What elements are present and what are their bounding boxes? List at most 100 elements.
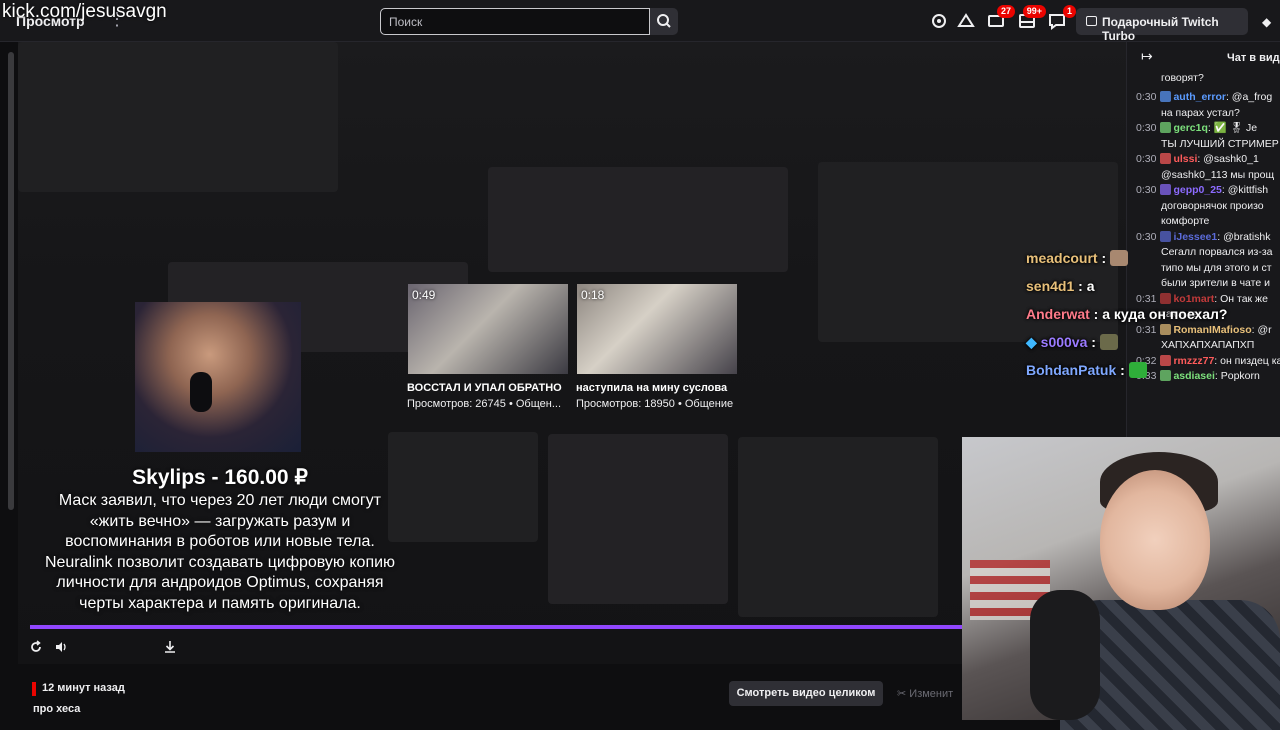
replay-icon[interactable] xyxy=(29,640,43,657)
clip-thumbnail[interactable]: 0:49 xyxy=(408,284,568,374)
chat-badge-icon xyxy=(1160,323,1172,335)
search-input[interactable]: Поиск xyxy=(380,8,650,35)
overlay-text: : xyxy=(1116,362,1125,378)
chat-text: : @bratishk xyxy=(1217,230,1271,243)
search-button[interactable] xyxy=(650,8,678,35)
chat-badge-icon xyxy=(1160,230,1172,242)
chat-message: 0:30 gepp0_25: @kittfish xyxy=(1136,183,1268,199)
chat-badge-icon xyxy=(1160,292,1172,304)
overlay-chat-line: sen4d1 : а xyxy=(1026,278,1094,294)
chat-text: : он пиздец ка xyxy=(1214,354,1280,367)
notifications-button[interactable]: 1 xyxy=(1046,5,1076,32)
chat-message-continuation: ТЫ ЛУЧШИЙ СТРИМЕР xyxy=(1161,137,1279,150)
chat-timestamp: 0:30 xyxy=(1136,153,1157,165)
emote-icon xyxy=(1128,362,1147,378)
watch-full-video-button[interactable]: Смотреть видео целиком xyxy=(729,681,883,706)
prime-icon xyxy=(957,13,975,27)
chat-timestamp: 0:31 xyxy=(1136,323,1157,336)
chat-badge-icon xyxy=(1160,354,1172,366)
clip-meta: Просмотров: 18950 • Общение xyxy=(576,398,734,410)
emote-icon xyxy=(1099,334,1118,350)
whispers-badge: 27 xyxy=(996,5,1015,18)
clip-duration: 0:49 xyxy=(412,288,436,302)
chat-message: 0:32 rmzzz77: он пиздец ка xyxy=(1136,354,1280,370)
chat-username[interactable]: auth_error xyxy=(1173,91,1226,103)
download-icon[interactable] xyxy=(163,640,177,657)
chat-username[interactable]: rmzzz77 xyxy=(1173,355,1214,367)
chat-message-continuation: типо мы для этого и ст xyxy=(1161,261,1272,274)
chat-message-continuation: комфорте xyxy=(1161,215,1210,227)
inbox-badge: 99+ xyxy=(1022,5,1046,18)
chat-text: : @kittfish xyxy=(1221,184,1269,196)
overlay-chat-line: BohdanPatuk : xyxy=(1026,362,1147,378)
chat-text: : Popkorn xyxy=(1214,370,1260,382)
overlay-username: meadcourt xyxy=(1026,250,1098,266)
notifications-badge: 1 xyxy=(1062,5,1076,18)
gift-turbo-button[interactable]: Подарочный Twitch Turbo xyxy=(1076,8,1248,43)
chat-message: 0:33asdiasei: Popkorn xyxy=(1136,369,1260,385)
chat-username[interactable]: ulssi xyxy=(1173,153,1197,165)
drops-icon xyxy=(932,14,946,28)
chat-username[interactable]: RomanIMafioso xyxy=(1173,324,1251,336)
overlay-username: Anderwat xyxy=(1026,306,1090,322)
chat-timestamp: 0:30 xyxy=(1136,122,1157,134)
donation-message: Маск заявил, что через 20 лет люди смогу… xyxy=(44,492,396,612)
clip-thumbnail[interactable]: 0:18 xyxy=(577,284,737,374)
chat-username[interactable]: gepp0_25 xyxy=(1173,184,1221,196)
chat-message-continuation: @sashk0_113 мы прощ xyxy=(1161,168,1275,181)
chat-username[interactable]: iJessee1 xyxy=(1173,231,1217,243)
chat-timestamp: 0:30 xyxy=(1136,91,1157,103)
chat-message: 0:30 ulssi: @sashk0_1 xyxy=(1136,152,1259,168)
live-marker xyxy=(32,682,36,696)
chat-message-continuation: Сегалл порвался из-за xyxy=(1161,246,1273,258)
chat-username[interactable]: asdiasei xyxy=(1173,370,1214,382)
whispers-button[interactable]: 27 xyxy=(985,5,1015,32)
chat-message: 0:31 ko1mart: Он так же xyxy=(1136,292,1268,308)
chat-badge-icon xyxy=(1160,370,1172,381)
chat-badge-icon xyxy=(1160,153,1172,164)
chat-text: : ✅ 🎖 Je xyxy=(1207,122,1258,134)
video-bg-block xyxy=(388,432,538,542)
chat-message-continuation: ХАПХАПХАПАПХП xyxy=(1161,339,1255,351)
chat-text: : @a_frog xyxy=(1225,91,1273,103)
progress-bar[interactable] xyxy=(30,625,962,629)
chat-badge-icon xyxy=(1160,91,1172,102)
chat-text: : @r xyxy=(1251,323,1272,336)
cube-badge-icon: ◆ xyxy=(1026,334,1041,350)
edit-clip-button[interactable]: ✂ Изменит xyxy=(897,687,953,700)
chat-username[interactable]: gerc1q xyxy=(1173,122,1207,134)
chat-message: 0:31 RomanIMafioso: @r xyxy=(1136,323,1272,339)
drops-icon-button[interactable] xyxy=(928,10,950,32)
clip-meta: Просмотров: 26745 • Общен... xyxy=(407,398,562,410)
chat-message: 0:30 gerc1q: ✅ 🎖 Je xyxy=(1136,121,1257,137)
webcam-person-face xyxy=(1100,470,1210,610)
collapse-chat-icon[interactable]: ↦ xyxy=(1141,48,1153,65)
chat-badge-icon xyxy=(1160,122,1172,133)
chat-message: 0:30 iJessee1: @bratishk xyxy=(1136,230,1271,246)
overlay-chat-line: ◆ s000va : xyxy=(1026,334,1118,351)
chat-message-continuation: договорнячок произо xyxy=(1161,199,1264,212)
clip-time-ago: 12 минут назад xyxy=(42,682,125,694)
chat-message: 0:30 auth_error: @a_frog xyxy=(1136,90,1272,106)
donation-title: Skylips - 160.00 ₽ xyxy=(132,466,308,489)
crown-icon[interactable]: ◆ xyxy=(1262,15,1271,29)
chat-message-continuation: на парах устал? xyxy=(1161,106,1240,119)
chat-title: Чат в виде xyxy=(1227,52,1280,64)
donation-image xyxy=(135,302,301,452)
clip-title[interactable]: ВОССТАЛ И УПАЛ ОБРАТНО xyxy=(407,382,562,394)
clip-title[interactable]: наступила на мину суслова xyxy=(576,382,727,394)
volume-icon[interactable] xyxy=(54,640,68,657)
page-scrollbar[interactable] xyxy=(8,52,14,510)
gift-icon xyxy=(1086,16,1097,26)
chat-badge-icon xyxy=(1160,184,1172,195)
chat-username[interactable]: ko1mart xyxy=(1173,293,1214,305)
overlay-text: : xyxy=(1097,250,1107,266)
overlay-username: BohdanPatuk xyxy=(1026,362,1117,378)
overlay-username: sen4d1 xyxy=(1026,278,1075,294)
inbox-button[interactable]: 99+ xyxy=(1016,5,1046,32)
chat-text: : @sashk0_1 xyxy=(1197,153,1259,165)
edit-clip-label: Изменит xyxy=(909,688,954,700)
prime-icon-button[interactable] xyxy=(955,10,977,32)
webcam-microphone xyxy=(1030,590,1100,720)
video-bg-block xyxy=(738,437,938,617)
